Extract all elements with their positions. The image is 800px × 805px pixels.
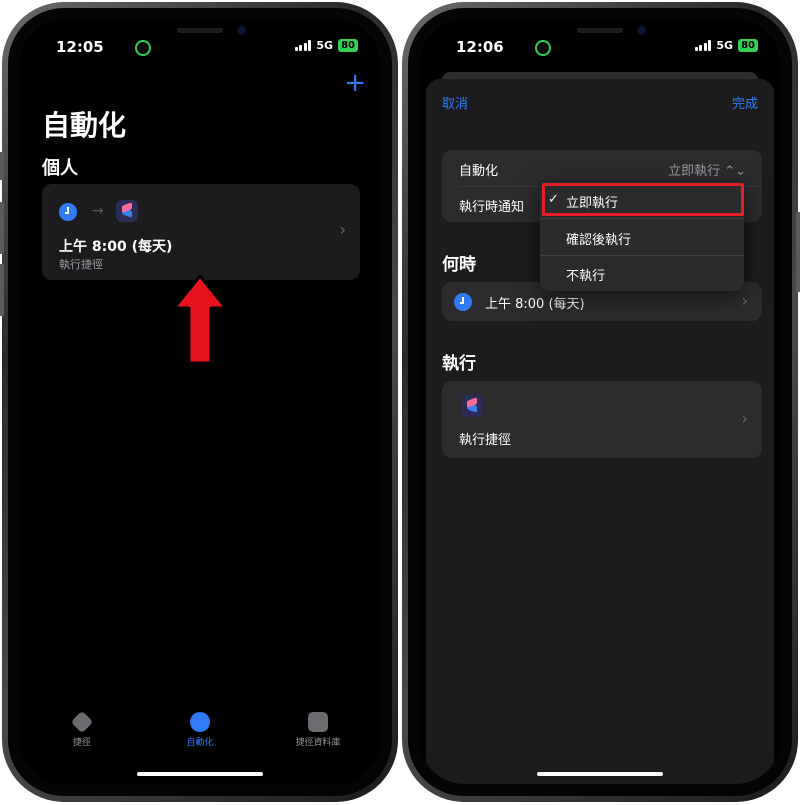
clock-icon xyxy=(454,293,472,311)
status-indicators: 5G 80 xyxy=(294,39,358,52)
cancel-button[interactable]: 取消 xyxy=(442,93,468,112)
front-camera xyxy=(237,26,246,35)
battery-icon: 80 xyxy=(738,39,758,52)
highlight-box xyxy=(542,183,744,216)
home-indicator[interactable] xyxy=(537,772,663,776)
volume-down-button xyxy=(0,264,4,316)
automation-mode-picker[interactable]: 立即執行 ⌃⌄ xyxy=(668,160,746,179)
option-ask-before-running[interactable]: 確認後執行 xyxy=(540,219,744,255)
tab-gallery[interactable]: 捷徑資料庫 xyxy=(278,712,358,748)
add-automation-button[interactable]: + xyxy=(344,70,366,96)
status-bar: 12:05 5G 80 xyxy=(20,38,380,58)
option-dont-run[interactable]: 不執行 xyxy=(540,255,744,291)
volume-up-button xyxy=(0,202,4,254)
battery-icon: 80 xyxy=(338,39,358,52)
section-header-personal: 個人 xyxy=(42,158,78,179)
status-indicators: 5G 80 xyxy=(694,39,758,52)
phone-right: 12:06 5G 80 取消 完成 自動化 立即執行 ⌃⌄ 執行時通知 ✓ 立即… xyxy=(402,2,800,802)
layers-icon xyxy=(70,710,94,734)
automation-card[interactable]: → 上午 8:00 (每天) 執行捷徑 › xyxy=(42,184,360,280)
clock-check-icon xyxy=(190,712,210,732)
tab-label: 自動化 xyxy=(186,738,214,748)
red-arrow-annotation-icon xyxy=(172,274,228,365)
section-header-do: 執行 xyxy=(442,354,476,374)
action-row[interactable]: 執行捷徑 › xyxy=(442,381,762,458)
power-button xyxy=(796,212,800,292)
section-header-when: 何時 xyxy=(442,255,476,275)
tab-automation[interactable]: 自動化 xyxy=(160,712,240,748)
tab-shortcuts[interactable]: 捷徑 xyxy=(42,710,122,748)
automation-label: 自動化 xyxy=(459,164,499,179)
page-title: 自動化 xyxy=(42,109,127,142)
home-indicator[interactable] xyxy=(137,772,263,776)
gallery-icon xyxy=(308,712,328,732)
speaker xyxy=(577,28,623,33)
automation-title: 上午 8:00 (每天) xyxy=(59,239,173,255)
screen-edit-automation: 12:06 5G 80 取消 完成 自動化 立即執行 ⌃⌄ 執行時通知 ✓ 立即… xyxy=(420,20,780,784)
status-time: 12:05 xyxy=(56,38,104,56)
signal-icon xyxy=(294,40,312,51)
shortcuts-app-icon xyxy=(461,395,483,417)
status-bar: 12:06 5G 80 xyxy=(420,38,780,58)
screen-automation-list: 12:05 5G 80 + 自動化 個人 → 上午 8:00 (每天) 執行捷徑… xyxy=(20,20,380,784)
tab-label: 捷徑資料庫 xyxy=(295,738,341,748)
speaker xyxy=(177,28,223,33)
arrow-right-icon: → xyxy=(92,203,104,219)
mute-switch xyxy=(0,152,4,180)
option-label: 確認後執行 xyxy=(566,233,632,248)
notify-label: 執行時通知 xyxy=(459,200,525,215)
front-camera xyxy=(637,26,646,35)
network-label: 5G xyxy=(716,39,734,52)
clock-icon xyxy=(59,203,77,221)
signal-icon xyxy=(694,40,712,51)
done-button[interactable]: 完成 xyxy=(732,93,758,112)
shortcuts-app-icon xyxy=(116,200,138,222)
when-value: 上午 8:00 (每天) xyxy=(485,297,585,312)
tab-label: 捷徑 xyxy=(72,738,91,748)
phone-left: 12:05 5G 80 + 自動化 個人 → 上午 8:00 (每天) 執行捷徑… xyxy=(0,2,398,802)
option-label: 不執行 xyxy=(566,269,606,284)
automation-subtitle: 執行捷徑 xyxy=(59,258,103,271)
chevron-right-icon: › xyxy=(339,220,346,239)
edit-sheet: 取消 完成 自動化 立即執行 ⌃⌄ 執行時通知 ✓ 立即執行 確認後執行 不執行… xyxy=(426,79,774,784)
action-label: 執行捷徑 xyxy=(459,433,512,448)
chevron-right-icon: › xyxy=(741,409,748,428)
status-time: 12:06 xyxy=(456,38,504,56)
chevron-right-icon: › xyxy=(741,291,748,310)
tab-bar: 捷徑 自動化 捷徑資料庫 xyxy=(20,710,380,760)
network-label: 5G xyxy=(316,39,334,52)
